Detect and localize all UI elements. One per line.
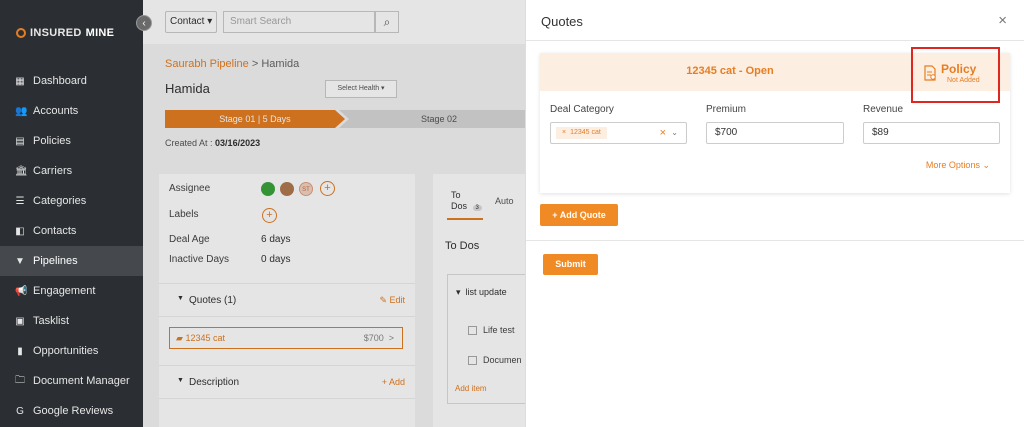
sidebar-item-document-manager[interactable]: 🗀 Document Manager bbox=[0, 366, 143, 396]
brand-bold: INSURED bbox=[30, 27, 82, 39]
carriers-icon: 🏛 bbox=[15, 165, 28, 177]
revenue-input[interactable]: $89 bbox=[863, 122, 1000, 144]
engagement-icon: 📢 bbox=[15, 285, 28, 297]
sidebar: INSURED MINE ▦ Dashboard 👥 Accounts ▤ Policies… bbox=[0, 0, 143, 427]
sidebar-nav: ▦ Dashboard 👥 Accounts ▤ Policies 🏛 Carriers ☰ Ca… bbox=[0, 66, 143, 426]
sidebar-collapse-button[interactable]: ‹ bbox=[136, 15, 152, 31]
sidebar-item-label: Pipelines bbox=[33, 255, 78, 267]
sidebar-item-label: Accounts bbox=[33, 105, 79, 117]
clear-selection-icon[interactable]: × bbox=[660, 123, 666, 143]
sidebar-item-accounts[interactable]: 👥 Accounts bbox=[0, 96, 143, 126]
sidebar-item-label: Contacts bbox=[33, 225, 77, 237]
modal-title: Quotes bbox=[541, 14, 583, 29]
pipelines-icon: ▼ bbox=[15, 255, 25, 267]
contacts-icon: ◧ bbox=[15, 225, 25, 237]
deal-category-tag: × 12345 cat bbox=[556, 127, 607, 139]
modal-divider bbox=[526, 240, 1024, 241]
deal-category-tag-label: 12345 cat bbox=[570, 129, 601, 136]
sidebar-item-opportunities[interactable]: ▮ Opportunities bbox=[0, 336, 143, 366]
quote-card: 12345 cat - Open Policy Not Added Deal C… bbox=[540, 47, 1010, 193]
modal-header: Quotes × bbox=[526, 0, 1024, 41]
sidebar-item-label: Google Reviews bbox=[33, 405, 114, 417]
opportunities-icon: ▮ bbox=[17, 345, 23, 357]
categories-icon: ☰ bbox=[15, 195, 25, 207]
policy-label: Policy bbox=[941, 62, 977, 76]
modal-backdrop[interactable] bbox=[143, 0, 525, 427]
close-icon[interactable]: × bbox=[998, 12, 1007, 29]
sidebar-item-carriers[interactable]: 🏛 Carriers bbox=[0, 156, 143, 186]
sidebar-item-label: Opportunities bbox=[33, 345, 99, 357]
premium-label: Premium bbox=[706, 104, 747, 115]
sidebar-item-label: Tasklist bbox=[33, 315, 70, 327]
dashboard-icon: ▦ bbox=[15, 75, 25, 87]
policy-document-icon bbox=[924, 65, 936, 81]
revenue-label: Revenue bbox=[863, 104, 904, 115]
sidebar-item-engagement[interactable]: 📢 Engagement bbox=[0, 276, 143, 306]
sidebar-item-label: Dashboard bbox=[33, 75, 87, 87]
sidebar-item-categories[interactable]: ☰ Categories bbox=[0, 186, 143, 216]
premium-input[interactable]: $700 bbox=[706, 122, 844, 144]
app-logo[interactable]: INSURED MINE bbox=[16, 27, 114, 39]
sidebar-item-dashboard[interactable]: ▦ Dashboard bbox=[0, 66, 143, 96]
submit-button[interactable]: Submit bbox=[543, 254, 598, 275]
add-quote-button[interactable]: + Add Quote bbox=[540, 204, 618, 226]
sidebar-item-label: Categories bbox=[33, 195, 87, 207]
policy-status: Not Added bbox=[947, 77, 980, 84]
google-reviews-icon: G bbox=[16, 405, 24, 417]
sidebar-item-contacts[interactable]: ◧ Contacts bbox=[0, 216, 143, 246]
deal-category-select[interactable]: × 12345 cat × ⌄ bbox=[550, 122, 687, 144]
deal-category-label: Deal Category bbox=[550, 104, 614, 115]
sidebar-item-label: Policies bbox=[33, 135, 71, 147]
sidebar-item-label: Document Manager bbox=[33, 375, 130, 387]
more-options-link[interactable]: More Options ⌄ bbox=[926, 160, 990, 171]
sidebar-item-tasklist[interactable]: ▣ Tasklist bbox=[0, 306, 143, 336]
accounts-icon: 👥 bbox=[15, 105, 28, 117]
quotes-modal: Quotes × 12345 cat - Open Policy Not Add… bbox=[525, 0, 1024, 427]
sidebar-item-pipelines[interactable]: ▼ Pipelines bbox=[0, 246, 143, 276]
sidebar-item-google-reviews[interactable]: G Google Reviews bbox=[0, 396, 143, 426]
brand-light: MINE bbox=[85, 27, 115, 39]
policy-link-button[interactable]: Policy Not Added bbox=[911, 47, 1000, 103]
sidebar-item-policies[interactable]: ▤ Policies bbox=[0, 126, 143, 156]
quote-card-title: 12345 cat - Open bbox=[686, 65, 774, 77]
chevron-down-icon[interactable]: ⌄ bbox=[671, 123, 678, 143]
logo-mark-icon bbox=[16, 28, 26, 38]
tag-remove-icon[interactable]: × bbox=[562, 129, 566, 136]
document-manager-icon: 🗀 bbox=[15, 374, 25, 386]
policies-icon: ▤ bbox=[15, 135, 25, 147]
sidebar-item-label: Engagement bbox=[33, 285, 96, 297]
sidebar-item-label: Carriers bbox=[33, 165, 73, 177]
tasklist-icon: ▣ bbox=[15, 315, 25, 327]
